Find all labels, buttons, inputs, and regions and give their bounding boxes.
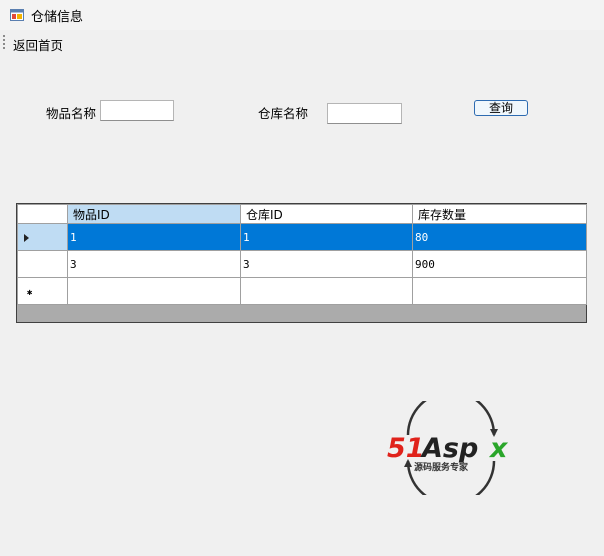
- table-cell[interactable]: 80: [412, 223, 587, 251]
- table-row[interactable]: 1 1 80: [17, 223, 587, 251]
- new-row-icon: ✱: [27, 288, 33, 298]
- watermark-tagline: 源码服务专家: [414, 461, 469, 473]
- table-cell[interactable]: 3: [67, 250, 241, 278]
- row-header[interactable]: [17, 250, 68, 278]
- window-form-icon: [10, 9, 24, 21]
- table-row[interactable]: 3 3 900: [17, 250, 587, 278]
- row-header[interactable]: [17, 223, 68, 251]
- column-header-item-id[interactable]: 物品ID: [67, 204, 241, 224]
- column-header-stock-quantity[interactable]: 库存数量: [412, 204, 587, 224]
- data-grid[interactable]: 物品ID 仓库ID 库存数量 1 1 80 3 3 900 ✱: [16, 203, 587, 323]
- current-row-icon: [24, 234, 29, 242]
- item-name-label: 物品名称: [46, 106, 97, 121]
- watermark-brand-text: 51 Asp x: [387, 433, 509, 464]
- table-cell[interactable]: [67, 277, 241, 305]
- table-cell[interactable]: 900: [412, 250, 587, 278]
- row-header[interactable]: ✱: [17, 277, 68, 305]
- table-cell[interactable]: 1: [240, 223, 413, 251]
- item-name-input[interactable]: [100, 100, 174, 121]
- query-button[interactable]: 查询: [474, 100, 528, 116]
- window-title: 仓储信息: [31, 10, 84, 25]
- table-cell[interactable]: [240, 277, 413, 305]
- grid-empty-area: [17, 305, 586, 322]
- warehouse-name-label: 仓库名称: [258, 106, 309, 121]
- watermark-logo: 51 Asp x 源码服务专家: [387, 401, 509, 495]
- new-row[interactable]: ✱: [17, 277, 587, 305]
- grid-corner-cell[interactable]: [17, 204, 68, 224]
- svg-text:x: x: [488, 433, 509, 464]
- table-cell[interactable]: 3: [240, 250, 413, 278]
- grid-table: 物品ID 仓库ID 库存数量 1 1 80 3 3 900 ✱: [17, 204, 587, 305]
- svg-text:Asp: Asp: [420, 433, 478, 464]
- toolstrip-grip[interactable]: [3, 35, 6, 49]
- menu-item-return-home[interactable]: 返回首页: [13, 35, 63, 54]
- warehouse-name-input[interactable]: [327, 103, 402, 124]
- table-cell[interactable]: 1: [67, 223, 241, 251]
- column-header-warehouse-id[interactable]: 仓库ID: [240, 204, 413, 224]
- grid-header-row: 物品ID 仓库ID 库存数量: [17, 204, 587, 224]
- menu-strip: 返回首页: [0, 31, 604, 53]
- table-cell[interactable]: [412, 277, 587, 305]
- title-bar: 仓储信息: [0, 0, 604, 30]
- svg-text:51: 51: [387, 433, 425, 464]
